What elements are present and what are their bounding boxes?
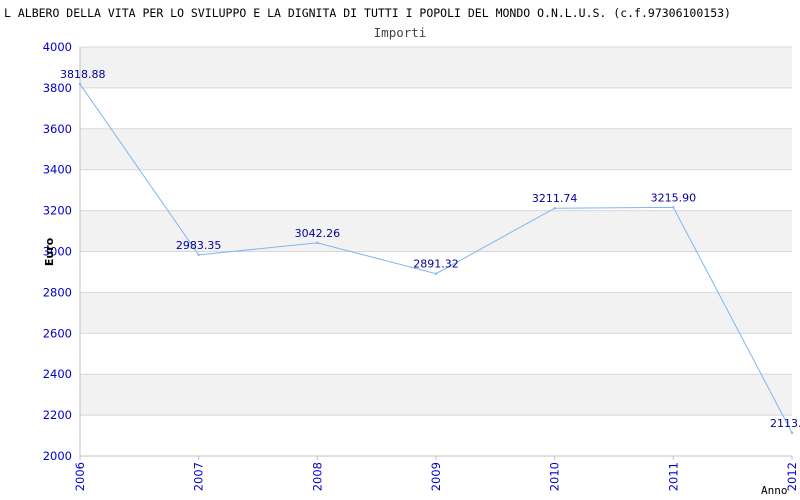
y-tick-label: 2200 (43, 408, 72, 422)
chart-subtitle: Importi (374, 25, 427, 40)
x-tick-label: 2009 (429, 462, 443, 491)
grid-band (80, 47, 792, 88)
x-tick-label: 2008 (310, 462, 324, 491)
grid-band (80, 333, 792, 375)
data-label: 3818.88 (60, 68, 106, 81)
data-point (553, 206, 556, 210)
data-point (434, 272, 438, 275)
x-tick-label: 2010 (548, 462, 562, 491)
y-tick-label: 3600 (43, 122, 72, 136)
grid-band (80, 292, 792, 334)
y-tick-label: 2600 (43, 326, 72, 340)
y-tick-label: 2000 (43, 449, 72, 463)
data-label: 2983.35 (176, 239, 222, 252)
data-point (78, 82, 82, 86)
x-axis-label: Anno (761, 484, 788, 497)
data-label: 3042.26 (295, 227, 341, 240)
chart-title: L ALBERO DELLA VITA PER LO SVILUPPO E LA… (4, 6, 731, 20)
y-tick-label: 2800 (43, 285, 72, 299)
y-tick-label: 2400 (43, 367, 72, 381)
grid-band (80, 169, 792, 211)
data-label: 2113.4 (770, 417, 800, 430)
data-point (672, 206, 675, 209)
y-axis-label: Euro (43, 237, 56, 266)
data-point (316, 241, 319, 245)
grid-band (80, 374, 792, 416)
data-label: 3211.74 (532, 192, 578, 205)
x-tick-label: 2006 (73, 462, 87, 491)
y-tick-label: 3200 (43, 204, 72, 218)
grid-band (80, 128, 792, 170)
y-tick-label: 4000 (43, 40, 72, 54)
data-point (790, 431, 794, 435)
grid-band (80, 415, 792, 456)
data-point (197, 253, 200, 257)
grid-band (80, 87, 792, 129)
x-tick-labels: 2006 2007 2008 2009 2010 2011 2012 (73, 456, 799, 491)
x-tick-label: 2011 (666, 462, 680, 491)
data-label: 3215.90 (651, 191, 697, 204)
y-tick-label: 3800 (43, 81, 72, 95)
y-tick-label: 3400 (43, 163, 72, 177)
line-chart: 2000220024002600280030003200340036003800… (4, 6, 800, 497)
x-tick-label: 2007 (192, 462, 206, 491)
data-label: 2891.32 (413, 258, 459, 271)
